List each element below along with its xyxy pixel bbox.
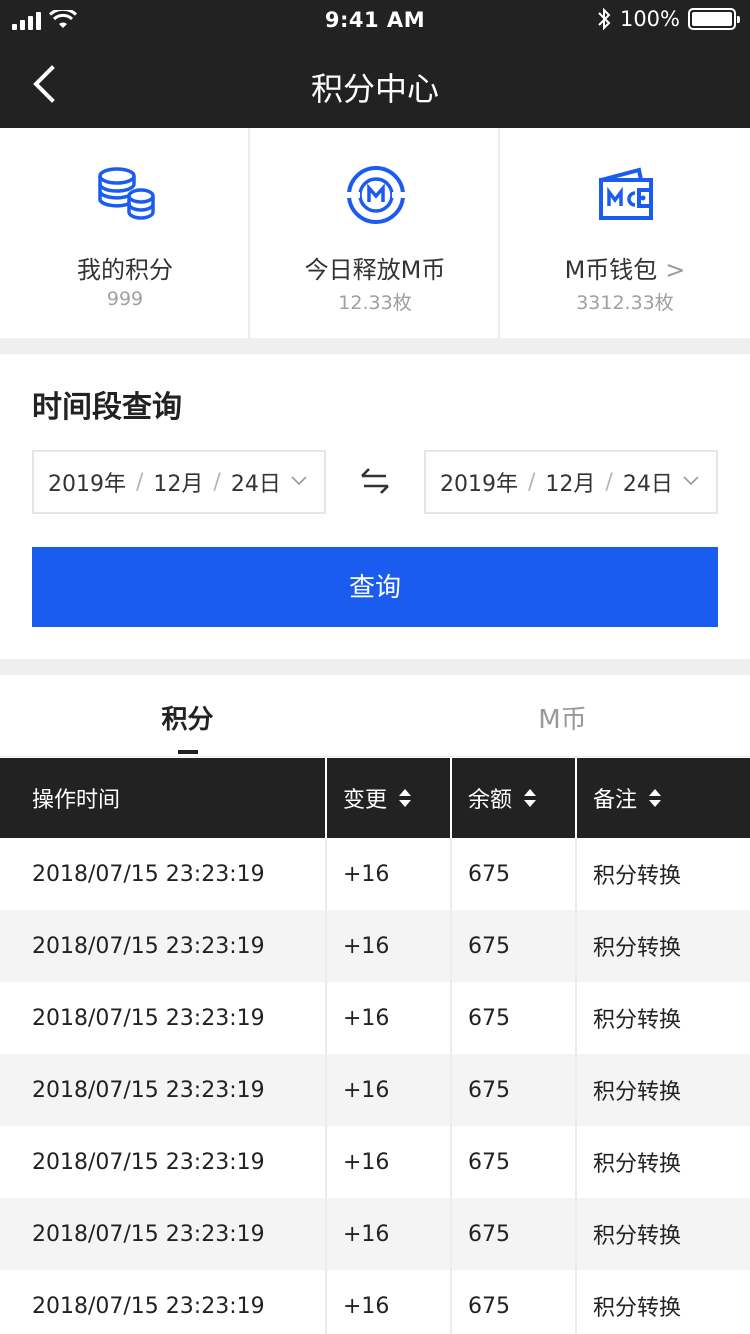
cell-balance: 675 xyxy=(452,910,577,982)
start-date-picker[interactable]: 2019年 / 12月 / 24日 xyxy=(32,450,326,514)
records-table: 操作时间 变更 余额 备注 2018/07/15 23:23:19 +16 67… xyxy=(0,758,750,1334)
table-row: 2018/07/15 23:23:19 +16 675 积分转换 xyxy=(0,1054,750,1126)
table-header: 操作时间 变更 余额 备注 xyxy=(0,758,750,838)
status-right: 100% xyxy=(596,7,740,31)
wallet-label: M币钱包 xyxy=(564,256,658,284)
summary-label: 今日释放M币 xyxy=(304,256,446,284)
cell-balance: 675 xyxy=(452,1270,577,1334)
summary-value: 12.33枚 xyxy=(338,292,412,314)
sort-icon xyxy=(649,789,662,807)
start-day: 24日 xyxy=(230,472,281,497)
tab-label: 积分 xyxy=(161,705,214,735)
cell-note: 积分转换 xyxy=(593,1296,682,1321)
cell-time: 2018/07/15 23:23:19 xyxy=(0,1126,327,1198)
cell-time: 2018/07/15 23:23:19 xyxy=(0,1054,327,1126)
header-label: 余额 xyxy=(468,788,513,813)
cell-note: 积分转换 xyxy=(593,936,682,961)
summary-value: 3312.33枚 xyxy=(576,292,674,314)
table-row: 2018/07/15 23:23:19 +16 675 积分转换 xyxy=(0,1270,750,1334)
cell-balance: 675 xyxy=(452,982,577,1054)
chevron-right-icon: > xyxy=(665,256,686,284)
table-row: 2018/07/15 23:23:19 +16 675 积分转换 xyxy=(0,1198,750,1270)
my-points-card: 我的积分 999 xyxy=(0,128,250,338)
cell-change: +16 xyxy=(327,1198,452,1270)
bluetooth-icon xyxy=(598,7,611,31)
tab-points[interactable]: 积分 xyxy=(0,675,375,757)
cell-change: +16 xyxy=(327,910,452,982)
swap-arrows-icon xyxy=(361,468,389,494)
record-tabs: 积分 M币 xyxy=(0,675,750,757)
end-day: 24日 xyxy=(622,472,673,497)
wallet-icon xyxy=(599,167,653,220)
query-button[interactable]: 查询 xyxy=(32,547,718,627)
m-coin-icon xyxy=(347,166,405,224)
battery-icon xyxy=(688,8,740,30)
section-divider xyxy=(0,659,750,675)
cell-balance: 675 xyxy=(452,1054,577,1126)
table-row: 2018/07/15 23:23:19 +16 675 积分转换 xyxy=(0,838,750,910)
battery-percent: 100% xyxy=(619,7,680,31)
cell-note: 积分转换 xyxy=(593,1080,682,1105)
cell-change: +16 xyxy=(327,1270,452,1334)
summary-label: M币钱包 > xyxy=(500,250,750,285)
cell-balance: 675 xyxy=(452,1126,577,1198)
end-year: 2019年 xyxy=(440,472,518,497)
m-coin-wallet-card[interactable]: M币钱包 > 3312.33枚 xyxy=(500,128,750,338)
table-row: 2018/07/15 23:23:19 +16 675 积分转换 xyxy=(0,1126,750,1198)
cell-note: 积分转换 xyxy=(593,1224,682,1249)
column-header-balance[interactable]: 余额 xyxy=(452,758,577,838)
date-separator: / xyxy=(605,469,613,495)
table-row: 2018/07/15 23:23:19 +16 675 积分转换 xyxy=(0,982,750,1054)
cell-note: 积分转换 xyxy=(593,1008,682,1033)
date-separator: / xyxy=(136,469,144,495)
header-label: 操作时间 xyxy=(32,788,121,813)
start-month: 12月 xyxy=(153,472,204,497)
cell-balance: 675 xyxy=(452,1198,577,1270)
coins-icon xyxy=(98,167,155,220)
column-header-note[interactable]: 备注 xyxy=(577,758,750,838)
cell-time: 2018/07/15 23:23:19 xyxy=(0,910,327,982)
date-separator: / xyxy=(528,469,536,495)
page-title: 积分中心 xyxy=(310,70,439,108)
header-label: 变更 xyxy=(343,788,388,813)
end-date-picker[interactable]: 2019年 / 12月 / 24日 xyxy=(424,450,718,514)
tab-m-coin[interactable]: M币 xyxy=(375,675,750,757)
query-heading: 时间段查询 xyxy=(32,390,182,425)
m-coin-release-card: 今日释放M币 12.33枚 xyxy=(250,128,500,338)
date-range-query: 时间段查询 2019年 / 12月 / 24日 2019年 / 12月 / 24… xyxy=(0,354,750,659)
cell-change: +16 xyxy=(327,982,452,1054)
column-header-time: 操作时间 xyxy=(0,758,327,838)
summary-cards: 我的积分 999 今日释放M币 12.33枚 M币钱包 > 3312.33枚 xyxy=(0,128,750,338)
tab-label: M币 xyxy=(538,705,587,735)
column-header-change[interactable]: 变更 xyxy=(327,758,452,838)
cell-note: 积分转换 xyxy=(593,864,682,889)
cell-change: +16 xyxy=(327,1126,452,1198)
cell-time: 2018/07/15 23:23:19 xyxy=(0,1198,327,1270)
nav-bar: 积分中心 xyxy=(0,40,750,128)
start-year: 2019年 xyxy=(48,472,126,497)
sort-icon xyxy=(524,789,537,807)
section-divider xyxy=(0,338,750,354)
chevron-down-icon xyxy=(291,476,307,486)
table-row: 2018/07/15 23:23:19 +16 675 积分转换 xyxy=(0,910,750,982)
header-label: 备注 xyxy=(593,788,638,813)
sort-icon xyxy=(399,789,412,807)
cell-note: 积分转换 xyxy=(593,1152,682,1177)
end-month: 12月 xyxy=(545,472,596,497)
summary-value: 999 xyxy=(106,288,144,310)
cell-balance: 675 xyxy=(452,838,577,910)
status-bar: 9:41 AM 100% xyxy=(0,0,750,40)
cell-change: +16 xyxy=(327,1054,452,1126)
cell-time: 2018/07/15 23:23:19 xyxy=(0,1270,327,1334)
summary-label: 我的积分 xyxy=(77,256,173,284)
chevron-down-icon xyxy=(683,476,699,486)
cell-time: 2018/07/15 23:23:19 xyxy=(0,838,327,910)
cell-change: +16 xyxy=(327,838,452,910)
cell-time: 2018/07/15 23:23:19 xyxy=(0,982,327,1054)
date-separator: / xyxy=(213,469,221,495)
active-tab-indicator xyxy=(178,750,198,754)
